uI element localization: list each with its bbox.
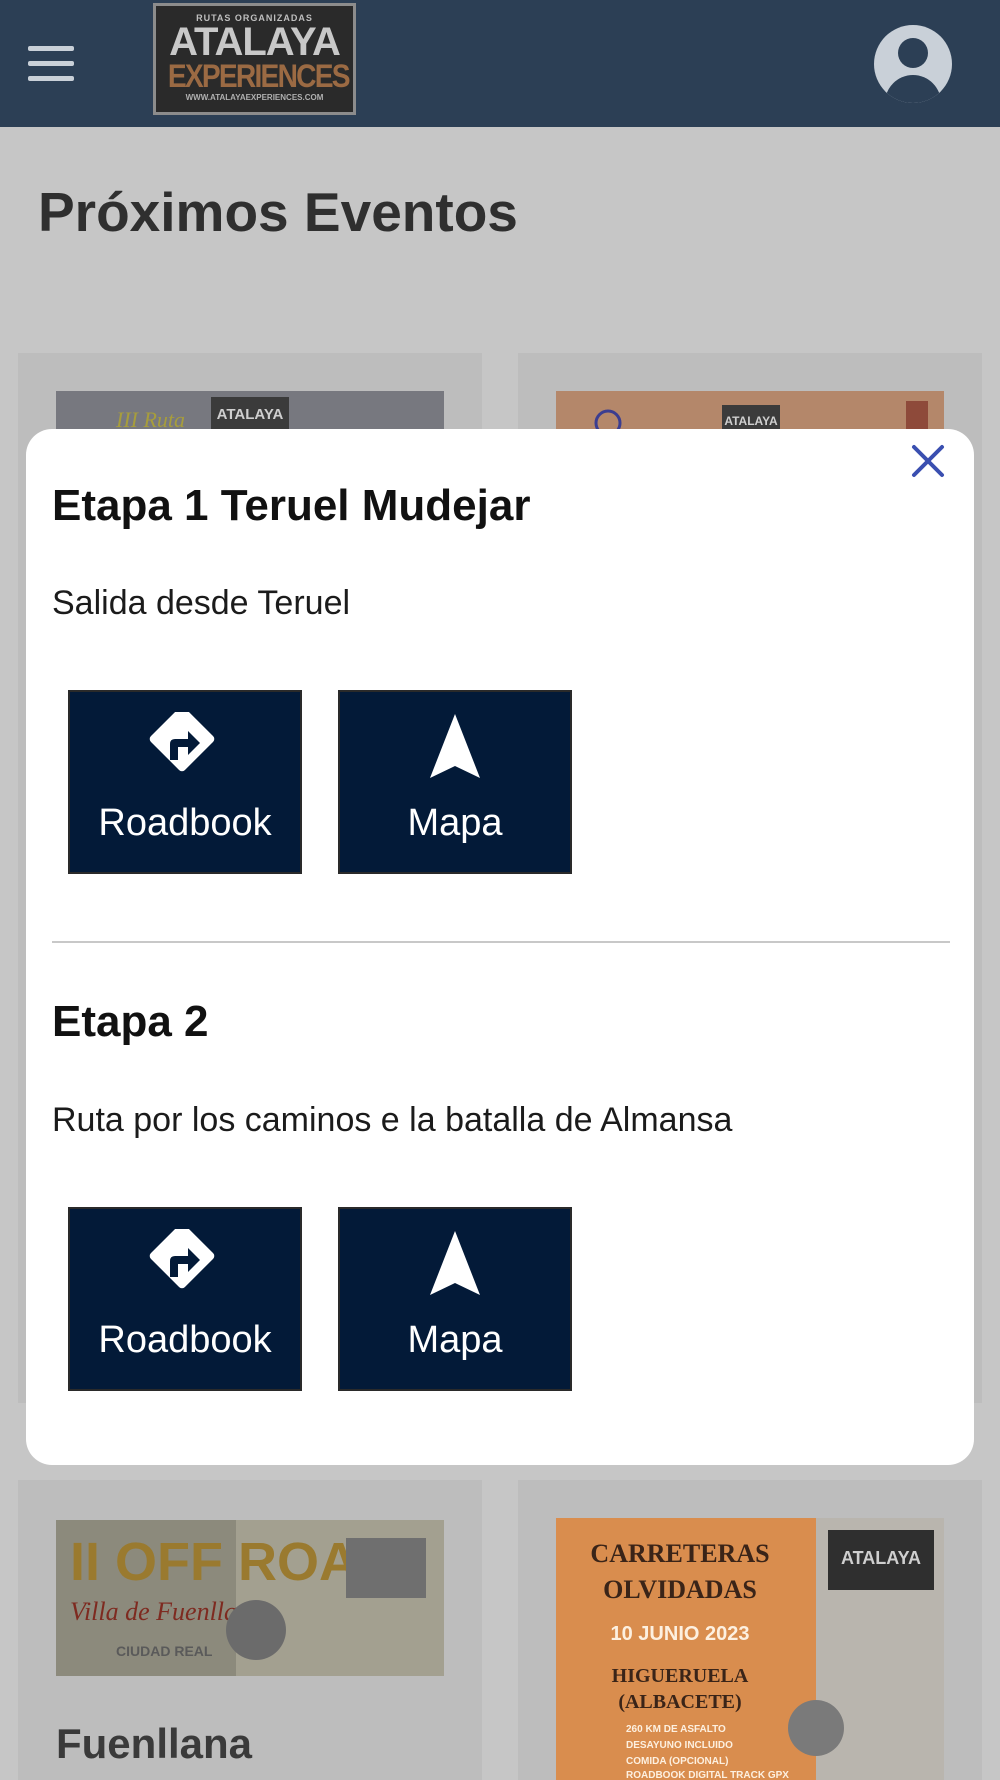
poster-line: OLVIDADAS bbox=[603, 1575, 757, 1604]
roadbook-label: Roadbook bbox=[98, 1319, 272, 1361]
stage-description: Ruta por los caminos e la batalla de Alm… bbox=[52, 1101, 733, 1139]
hamburger-menu-icon[interactable] bbox=[26, 44, 76, 84]
atalaya-logo[interactable]: RUTAS ORGANIZADAS ATALAYA EXPERIENCES WW… bbox=[153, 3, 356, 115]
svg-text:ATALAYA: ATALAYA bbox=[724, 414, 778, 428]
svg-text:ATALAYA: ATALAYA bbox=[841, 1548, 921, 1568]
roadbook-button[interactable]: Roadbook bbox=[68, 690, 302, 874]
roadbook-button[interactable]: Roadbook bbox=[68, 1207, 302, 1391]
poster-line: (ALBACETE) bbox=[618, 1691, 741, 1713]
stage-title: Etapa 2 bbox=[52, 997, 209, 1046]
poster-line: COMIDA (OPCIONAL) bbox=[626, 1756, 728, 1767]
app-bar: RUTAS ORGANIZADAS ATALAYA EXPERIENCES WW… bbox=[0, 0, 1000, 127]
event-card[interactable]: II OFF ROAD Villa de Fuenllana CIUDAD RE… bbox=[18, 1480, 482, 1780]
logo-url: WWW.ATALAYAEXPERIENCES.COM bbox=[185, 93, 324, 102]
navigation-arrow-icon bbox=[430, 714, 480, 778]
map-button[interactable]: Mapa bbox=[338, 1207, 572, 1391]
account-icon[interactable] bbox=[874, 25, 952, 103]
roadbook-label: Roadbook bbox=[98, 802, 272, 844]
event-poster: CARRETERAS OLVIDADAS 10 JUNIO 2023 HIGUE… bbox=[556, 1518, 944, 1780]
event-title: Fuenllana bbox=[56, 1720, 253, 1767]
stage-title: Etapa 1 Teruel Mudejar bbox=[52, 481, 531, 530]
navigation-arrow-icon bbox=[430, 1231, 480, 1295]
poster-line: ROADBOOK DIGITAL TRACK GPX bbox=[626, 1770, 789, 1780]
map-label: Mapa bbox=[407, 1319, 503, 1361]
divider bbox=[52, 941, 950, 943]
poster-line: 260 KM DE ASFALTO bbox=[626, 1724, 726, 1735]
svg-text:ATALAYA: ATALAYA bbox=[217, 406, 284, 423]
poster-line: CARRETERAS bbox=[590, 1539, 769, 1568]
page-title: Próximos Eventos bbox=[38, 181, 518, 243]
map-label: Mapa bbox=[407, 802, 503, 844]
poster-location: CIUDAD REAL bbox=[116, 1643, 213, 1659]
event-card[interactable]: CARRETERAS OLVIDADAS 10 JUNIO 2023 HIGUE… bbox=[518, 1480, 982, 1780]
poster-date: 10 JUNIO 2023 bbox=[611, 1623, 750, 1645]
poster-line: HIGUERUELA bbox=[612, 1665, 749, 1687]
turn-right-diamond-icon bbox=[149, 1229, 215, 1289]
poster-line: DESAYUNO INCLUIDO bbox=[626, 1740, 733, 1751]
stage-description: Salida desde Teruel bbox=[52, 584, 351, 622]
close-icon[interactable] bbox=[906, 439, 950, 483]
event-poster: II OFF ROAD Villa de Fuenllana CIUDAD RE… bbox=[56, 1520, 444, 1676]
logo-line1: ATALAYA bbox=[169, 20, 341, 64]
logo-line2: EXPERIENCES bbox=[167, 58, 351, 94]
turn-right-diamond-icon bbox=[149, 712, 215, 772]
map-button[interactable]: Mapa bbox=[338, 690, 572, 874]
stages-modal: Etapa 1 Teruel Mudejar Salida desde Teru… bbox=[26, 429, 974, 1465]
